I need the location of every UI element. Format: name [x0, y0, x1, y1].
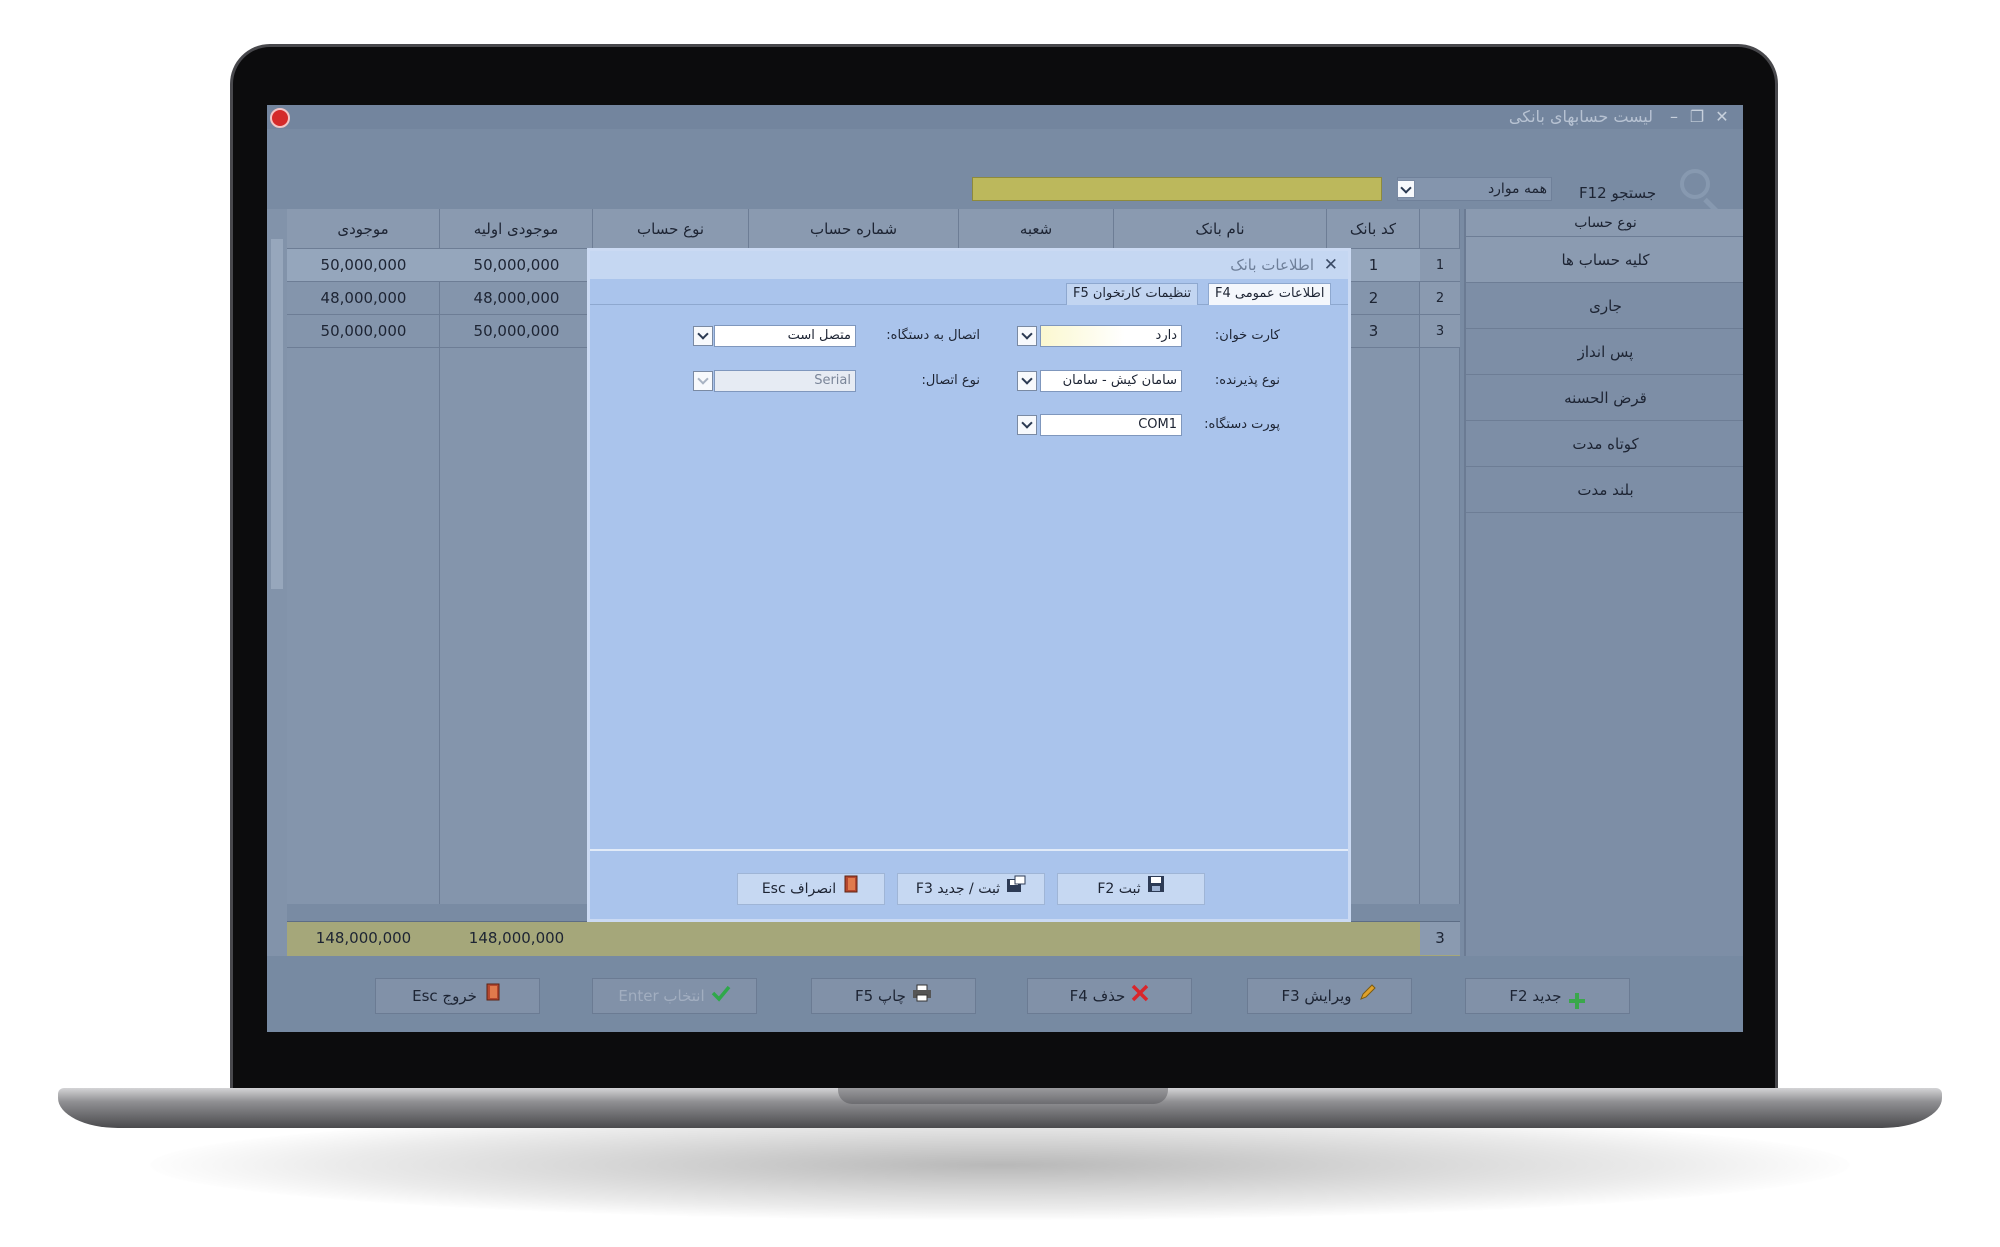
sidebar-item-long-term[interactable]: بلند مدت [1466, 467, 1743, 513]
device-port-label: پورت دستگاه: [1204, 417, 1280, 432]
column-header-account-type[interactable]: نوع حساب [593, 209, 749, 249]
column-header-bank-name[interactable]: نام بانک [1114, 209, 1327, 249]
laptop-hinge-notch [838, 1088, 1168, 1104]
delete-button-label: حذف F4 [1069, 987, 1126, 1005]
connection-type-label: نوع اتصال: [921, 373, 980, 388]
search-icon[interactable] [1680, 169, 1710, 199]
exit-button-label: خروج Esc [412, 987, 477, 1005]
exit-button[interactable]: خروج Esc [375, 978, 540, 1014]
close-icon[interactable]: ✕ [1712, 106, 1732, 128]
minimize-icon[interactable]: – [1664, 106, 1684, 128]
acceptor-type-chevron-down-icon[interactable] [1017, 371, 1037, 391]
table-row-2-initial[interactable]: 48,000,000 [440, 282, 593, 315]
card-reader-label: کارت خوان: [1214, 328, 1280, 343]
tab-general-info[interactable]: اطلاعات عمومی F4 [1208, 283, 1332, 305]
connection-type-chevron-down-icon [693, 371, 713, 391]
device-connection-chevron-down-icon[interactable] [693, 326, 713, 346]
dialog-close-icon[interactable]: ✕ [1324, 255, 1338, 275]
footer-row-count: 3 [1420, 922, 1460, 955]
print-button-label: چاپ F5 [855, 987, 906, 1005]
device-port-field[interactable]: COM1 [1040, 414, 1182, 436]
dialog-footer: ثبت F2 ثبت / جدید F3 انصراف Esc [590, 849, 1348, 919]
table-row-3-indicator[interactable]: 3 [1420, 315, 1460, 348]
edit-button[interactable]: ویرایش F3 [1247, 978, 1412, 1014]
card-reader-chevron-down-icon[interactable] [1017, 326, 1037, 346]
save-new-button-label: ثبت / جدید F3 [915, 881, 1001, 897]
table-row-2-balance[interactable]: 48,000,000 [287, 282, 440, 315]
grid-scrollbar[interactable] [267, 209, 287, 956]
delete-button[interactable]: حذف F4 [1027, 978, 1192, 1014]
select-button-label: انتخاب Enter [618, 987, 705, 1005]
sidebar-item-short-term[interactable]: کوتاه مدت [1466, 421, 1743, 467]
sidebar-item-qarz-al-hasaneh[interactable]: قرض الحسنه [1466, 375, 1743, 421]
table-row-1-balance[interactable]: 50,000,000 [287, 249, 440, 282]
new-button-label: جدید F2 [1509, 987, 1562, 1005]
table-row-3-initial[interactable]: 50,000,000 [440, 315, 593, 348]
column-header-initial-balance[interactable]: موجودی اولیه [440, 209, 593, 249]
column-header-bank-code[interactable]: کد بانک [1327, 209, 1420, 249]
table-row-2-indicator[interactable]: 2 [1420, 282, 1460, 315]
search-label: جستجو F12 [1579, 184, 1657, 202]
column-header-indicator [1420, 209, 1460, 249]
new-button[interactable]: جدید F2 [1465, 978, 1630, 1014]
printer-icon [912, 980, 932, 1014]
cancel-button[interactable]: انصراف Esc [737, 873, 885, 905]
dialog-title: اطلاعات بانک [590, 251, 1348, 279]
exit-door-icon [483, 980, 503, 1014]
sidebar-item-current[interactable]: جاری [1466, 283, 1743, 329]
save-new-icon [1006, 874, 1026, 904]
exit-door-icon [842, 874, 860, 904]
table-row-1-indicator[interactable]: 1 [1420, 249, 1460, 282]
search-toolbar: جستجو F12 همه موارد [267, 129, 1743, 214]
app-logo-icon [270, 108, 290, 128]
footer-balance-total: 148,000,000 [315, 929, 412, 947]
select-button[interactable]: انتخاب Enter [592, 978, 757, 1014]
device-connection-label: اتصال به دستگاه: [886, 328, 980, 343]
edit-button-label: ویرایش F3 [1281, 987, 1352, 1005]
cancel-button-label: انصراف Esc [761, 881, 837, 897]
bottom-toolbar: جدید F2 ویرایش F3 حذف F4 چاپ F5 انتخاب E… [267, 956, 1743, 1032]
device-connection-field[interactable]: متصل است [714, 325, 856, 347]
card-reader-field[interactable]: دارد [1040, 325, 1182, 347]
sidebar-header: نوع حساب [1466, 209, 1743, 237]
restore-icon[interactable]: ❐ [1687, 106, 1707, 128]
sidebar-item-savings[interactable]: پس انداز [1466, 329, 1743, 375]
account-type-sidebar: نوع حساب کلیه حساب ها جاری پس انداز قرض … [1464, 209, 1743, 956]
column-header-branch[interactable]: شعبه [959, 209, 1114, 249]
chevron-down-icon[interactable] [1397, 180, 1415, 198]
save-new-button[interactable]: ثبت / جدید F3 [897, 873, 1045, 905]
table-row-1-initial[interactable]: 50,000,000 [440, 249, 593, 282]
device-port-chevron-down-icon[interactable] [1017, 415, 1037, 435]
save-button-label: ثبت F2 [1097, 881, 1141, 897]
column-header-account-number[interactable]: شماره حساب [749, 209, 959, 249]
floppy-disk-icon [1147, 874, 1165, 904]
window-title: لیست حسابهای بانکی [1508, 107, 1653, 126]
search-scope-select[interactable]: همه موارد [1397, 177, 1552, 201]
print-button[interactable]: چاپ F5 [811, 978, 976, 1014]
checkmark-icon [711, 980, 731, 1014]
acceptor-type-label: نوع پذیرنده: [1214, 373, 1280, 388]
sidebar-item-all-accounts[interactable]: کلیه حساب ها [1466, 237, 1743, 283]
acceptor-type-field[interactable]: سامان کیش - سامان [1040, 370, 1182, 392]
tab-card-reader-settings[interactable]: تنظیمات کارتخوان F5 [1066, 283, 1199, 305]
bank-info-dialog: اطلاعات بانک ✕ اطلاعات عمومی F4 تنظیمات … [587, 248, 1351, 922]
pencil-icon [1358, 980, 1378, 1014]
save-button[interactable]: ثبت F2 [1057, 873, 1205, 905]
column-header-balance[interactable]: موجودی [287, 209, 440, 249]
connection-type-field: Serial [714, 370, 856, 392]
dialog-tabs: اطلاعات عمومی F4 تنظیمات کارتخوان F5 [590, 279, 1348, 305]
window-titlebar: لیست حسابهای بانکی – ❐ ✕ [267, 105, 1743, 129]
table-row-3-balance[interactable]: 50,000,000 [287, 315, 440, 348]
plus-icon [1568, 988, 1586, 1009]
delete-x-icon [1131, 980, 1149, 1014]
scrollbar-thumb[interactable] [271, 239, 283, 589]
footer-initial-total: 148,000,000 [468, 929, 565, 947]
search-input[interactable] [972, 177, 1382, 201]
app-screen: لیست حسابهای بانکی – ❐ ✕ جستجو F12 همه م… [267, 105, 1743, 1032]
